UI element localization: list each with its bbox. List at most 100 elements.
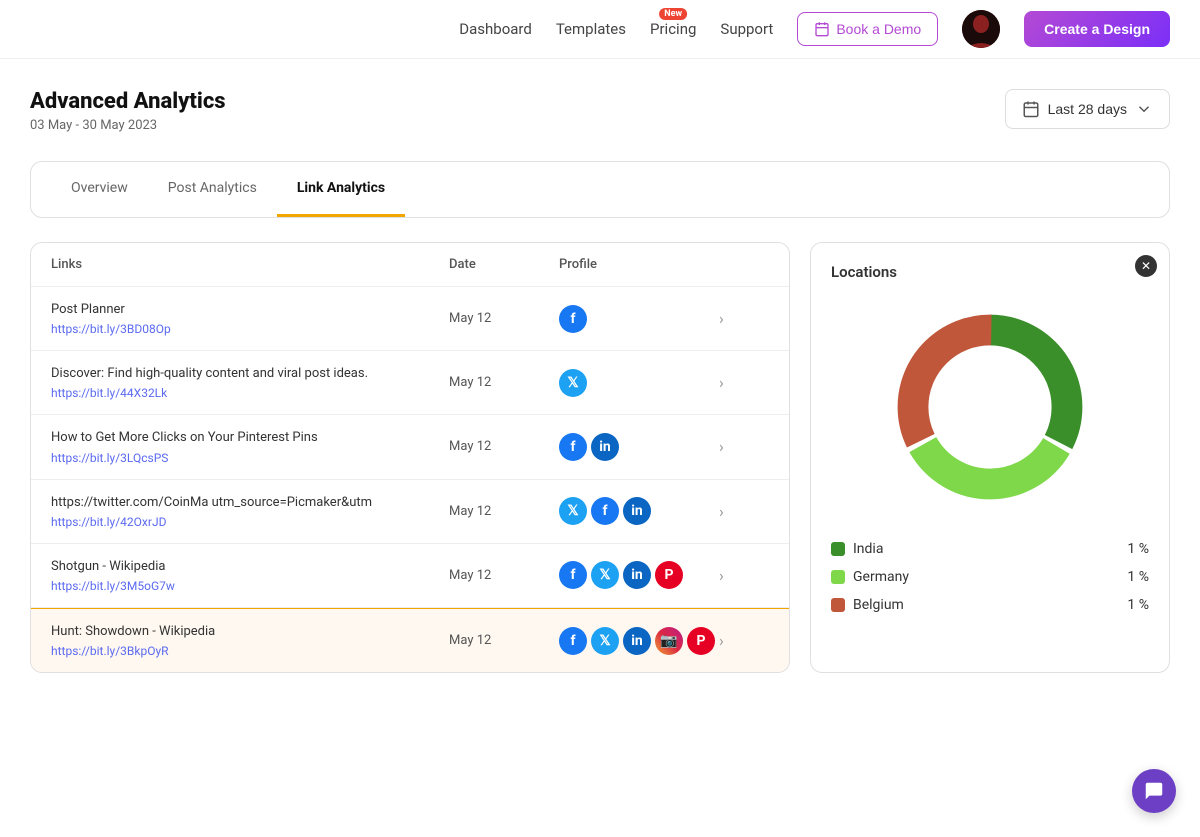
table-row[interactable]: Discover: Find high-quality content and … [31, 351, 789, 415]
twitter-icon: 𝕏 [591, 561, 619, 589]
legend-left: Belgium [831, 597, 904, 613]
date-cell: May 12 [449, 568, 559, 583]
chevron-icon[interactable]: › [719, 631, 769, 650]
link-title: Shotgun - Wikipedia [51, 558, 449, 576]
profile-cell: f 𝕏 in P [559, 561, 719, 589]
facebook-icon: f [559, 627, 587, 655]
facebook-icon: f [559, 305, 587, 333]
profile-cell: 𝕏 f in [559, 497, 719, 525]
link-url[interactable]: https://bit.ly/3BkpOyR [51, 644, 449, 658]
col-header-links: Links [51, 257, 449, 272]
legend-label-germany: Germany [853, 569, 909, 585]
tab-link-analytics[interactable]: Link Analytics [277, 162, 405, 217]
link-title: Hunt: Showdown - Wikipedia [51, 623, 449, 641]
legend-value-germany: 1 % [1127, 569, 1149, 585]
tabs-container: Overview Post Analytics Link Analytics [30, 161, 1170, 218]
pinterest-icon: P [655, 561, 683, 589]
nav-templates[interactable]: Templates [556, 20, 626, 38]
legend-label-belgium: Belgium [853, 597, 904, 613]
close-button[interactable]: ✕ [1135, 255, 1157, 277]
twitter-icon: 𝕏 [559, 369, 587, 397]
twitter-icon: 𝕏 [559, 497, 587, 525]
chevron-icon[interactable]: › [719, 309, 769, 328]
links-panel: Links Date Profile Post Planner https://… [30, 242, 790, 673]
link-url[interactable]: https://bit.ly/3BD08Op [51, 322, 449, 336]
chevron-down-icon [1135, 100, 1153, 118]
link-cell: Discover: Find high-quality content and … [51, 365, 449, 400]
create-design-button[interactable]: Create a Design [1024, 11, 1170, 47]
link-cell: https://twitter.com/CoinMa utm_source=Pi… [51, 494, 449, 529]
pinterest-icon: P [687, 627, 715, 655]
donut-chart [880, 297, 1100, 517]
avatar[interactable] [962, 10, 1000, 48]
page-date: 03 May - 30 May 2023 [30, 118, 226, 133]
tab-post-analytics[interactable]: Post Analytics [148, 162, 277, 217]
page-title: Advanced Analytics [30, 89, 226, 114]
link-title: How to Get More Clicks on Your Pinterest… [51, 429, 449, 447]
link-title: https://twitter.com/CoinMa utm_source=Pi… [51, 494, 449, 512]
legend: India 1 % Germany 1 % Belgium [831, 541, 1149, 613]
book-demo-button[interactable]: Book a Demo [797, 12, 938, 46]
page-header: Advanced Analytics 03 May - 30 May 2023 … [30, 89, 1170, 133]
table-row[interactable]: Post Planner https://bit.ly/3BD08Op May … [31, 287, 789, 351]
page-title-section: Advanced Analytics 03 May - 30 May 2023 [30, 89, 226, 133]
tab-overview[interactable]: Overview [51, 162, 148, 217]
facebook-icon: f [591, 497, 619, 525]
date-cell: May 12 [449, 633, 559, 648]
link-cell: Post Planner https://bit.ly/3BD08Op [51, 301, 449, 336]
linkedin-icon: in [591, 433, 619, 461]
chevron-icon[interactable]: › [719, 566, 769, 585]
facebook-icon: f [559, 433, 587, 461]
facebook-icon: f [559, 561, 587, 589]
profile-cell: 𝕏 [559, 369, 719, 397]
new-badge: New [659, 8, 687, 20]
legend-value-india: 1 % [1127, 541, 1149, 557]
linkedin-icon: in [623, 627, 651, 655]
link-cell: How to Get More Clicks on Your Pinterest… [51, 429, 449, 464]
table-row[interactable]: Shotgun - Wikipedia https://bit.ly/3M5oG… [31, 544, 789, 608]
link-cell: Hunt: Showdown - Wikipedia https://bit.l… [51, 623, 449, 658]
legend-dot-germany [831, 570, 845, 584]
profile-cell: f [559, 305, 719, 333]
chat-bubble-button[interactable] [1132, 769, 1176, 813]
date-cell: May 12 [449, 439, 559, 454]
date-cell: May 12 [449, 375, 559, 390]
date-range-selector[interactable]: Last 28 days [1005, 89, 1170, 129]
legend-dot-india [831, 542, 845, 556]
instagram-icon: 📷 [655, 627, 683, 655]
legend-left: India [831, 541, 883, 557]
calendar-icon-2 [1022, 100, 1040, 118]
link-title: Discover: Find high-quality content and … [51, 365, 449, 383]
table-row[interactable]: https://twitter.com/CoinMa utm_source=Pi… [31, 480, 789, 544]
col-header-date: Date [449, 257, 559, 272]
legend-item-india: India 1 % [831, 541, 1149, 557]
link-url[interactable]: https://bit.ly/42OxrJD [51, 515, 449, 529]
legend-value-belgium: 1 % [1127, 597, 1149, 613]
page-content: Advanced Analytics 03 May - 30 May 2023 … [0, 59, 1200, 693]
legend-label-india: India [853, 541, 883, 557]
chevron-icon[interactable]: › [719, 437, 769, 456]
link-cell: Shotgun - Wikipedia https://bit.ly/3M5oG… [51, 558, 449, 593]
close-icon: ✕ [1141, 259, 1151, 273]
chevron-icon[interactable]: › [719, 373, 769, 392]
chat-icon [1143, 780, 1165, 802]
profile-cell: f in [559, 433, 719, 461]
navigation: Dashboard Templates New Pricing Support … [0, 0, 1200, 59]
table-row[interactable]: How to Get More Clicks on Your Pinterest… [31, 415, 789, 479]
twitter-icon: 𝕏 [591, 627, 619, 655]
col-header-action [719, 257, 769, 272]
locations-title: Locations [831, 263, 1149, 281]
chevron-icon[interactable]: › [719, 502, 769, 521]
date-cell: May 12 [449, 311, 559, 326]
nav-support[interactable]: Support [720, 20, 773, 38]
linkedin-icon: in [623, 497, 651, 525]
table-row-selected[interactable]: Hunt: Showdown - Wikipedia https://bit.l… [31, 608, 789, 672]
main-layout: Links Date Profile Post Planner https://… [30, 242, 1170, 673]
link-url[interactable]: https://bit.ly/3M5oG7w [51, 579, 449, 593]
calendar-icon [814, 21, 830, 37]
link-url[interactable]: https://bit.ly/3LQcsPS [51, 451, 449, 465]
link-url[interactable]: https://bit.ly/44X32Lk [51, 386, 449, 400]
legend-item-belgium: Belgium 1 % [831, 597, 1149, 613]
nav-dashboard[interactable]: Dashboard [459, 20, 532, 38]
nav-pricing[interactable]: New Pricing [650, 20, 696, 38]
